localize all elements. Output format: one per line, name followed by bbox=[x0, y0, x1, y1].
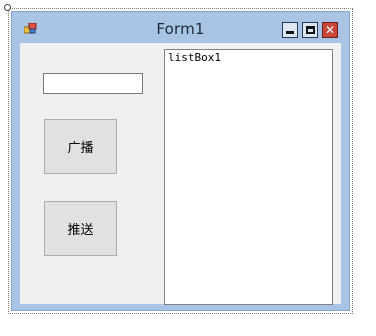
listbox-name-label: listBox1 bbox=[168, 51, 221, 64]
maximize-icon bbox=[305, 26, 315, 34]
move-handle-icon[interactable] bbox=[4, 4, 11, 11]
form-client-area: 广播 推送 listBox1 bbox=[20, 43, 341, 305]
maximize-button[interactable] bbox=[302, 22, 318, 38]
text-input[interactable] bbox=[43, 73, 143, 94]
broadcast-button-label: 广播 bbox=[67, 141, 94, 156]
broadcast-button[interactable]: 广播 bbox=[44, 119, 117, 174]
form-window: Form1 ✕ 广播 推送 listBox1 bbox=[11, 11, 350, 311]
list-box[interactable]: listBox1 bbox=[164, 49, 333, 305]
minimize-button[interactable] bbox=[282, 22, 298, 38]
window-title: Form1 bbox=[156, 20, 205, 38]
minimize-icon bbox=[286, 30, 294, 34]
close-button[interactable]: ✕ bbox=[322, 22, 338, 38]
close-icon: ✕ bbox=[324, 23, 336, 37]
push-button-label: 推送 bbox=[67, 223, 94, 238]
title-bar[interactable]: Form1 ✕ bbox=[12, 12, 349, 42]
push-button[interactable]: 推送 bbox=[44, 201, 117, 256]
